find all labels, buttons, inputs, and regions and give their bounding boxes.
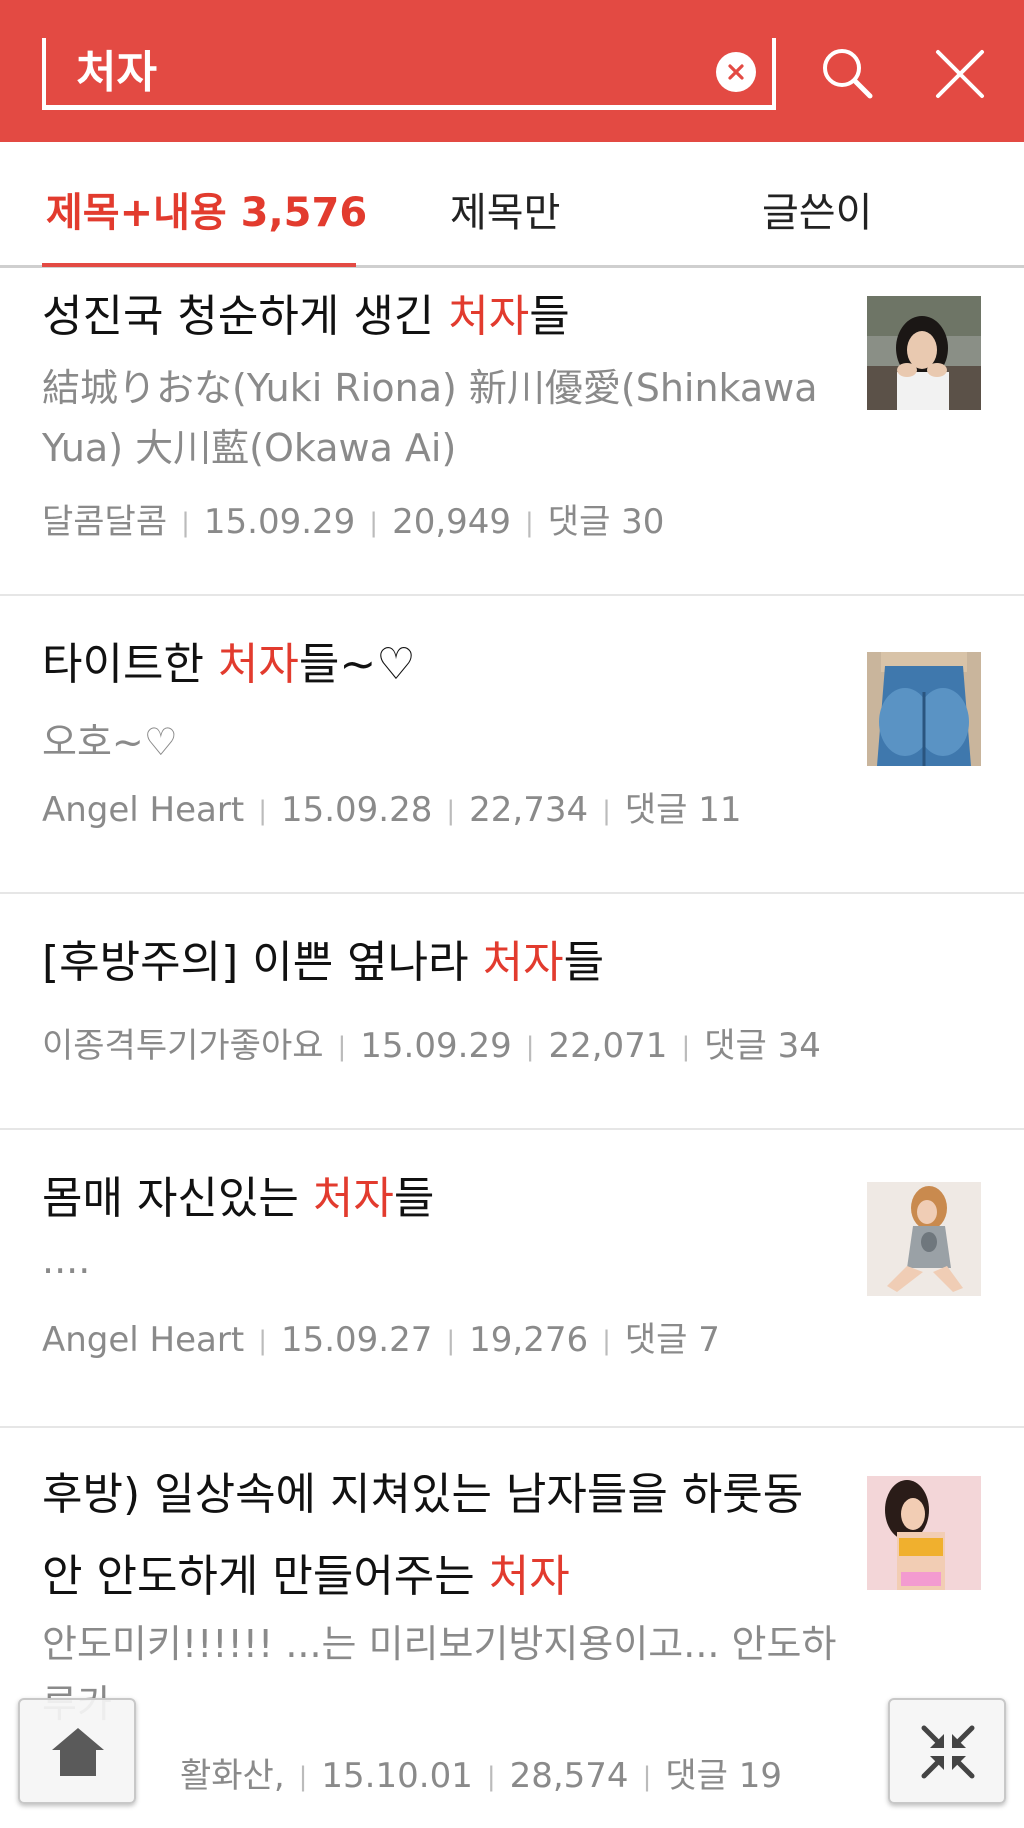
tab-title-only[interactable]: 제목만 — [450, 180, 560, 238]
model-photo-image — [867, 1182, 981, 1296]
post-date: 15.09.29 — [203, 502, 356, 542]
list-item[interactable]: 몸매 자신있는 처자들 .... Angel Heart | 15.09.27 | 19… — [0, 1130, 1024, 1428]
result-title[interactable]: 성진국 청순하게 생긴 처자들 — [42, 278, 570, 356]
search-button[interactable] — [818, 44, 878, 104]
author-name: 활화산, — [180, 1756, 285, 1796]
result-meta: Angel Heart | 15.09.28 | 22,734 | 댓글 11 — [42, 790, 742, 830]
search-input[interactable] — [76, 38, 676, 98]
result-snippet: 안도미키!!!!!! ...는 미리보기방지용이고... 안도하루카 — [42, 1622, 837, 1726]
view-count: 22,734 — [469, 790, 589, 830]
tab-author[interactable]: 글쓴이 — [762, 180, 872, 238]
post-date: 15.09.27 — [280, 1320, 433, 1360]
result-title[interactable]: 타이트한 처자들~♡ — [42, 626, 416, 704]
author-name: 이종격투기가좋아요 — [42, 1026, 324, 1066]
result-title[interactable]: 후방) 일상속에 지쳐있는 남자들을 하룻동안 안도하게 만들어주는 처자 — [42, 1454, 842, 1618]
home-icon — [52, 1728, 104, 1776]
close-icon — [936, 50, 984, 98]
comment-count: 댓글 30 — [547, 502, 665, 542]
home-button[interactable] — [18, 1698, 136, 1804]
result-thumbnail — [867, 652, 981, 766]
close-search-button[interactable] — [930, 44, 990, 104]
result-thumbnail — [867, 1476, 981, 1590]
search-box — [42, 38, 776, 110]
result-title[interactable]: [후방주의] 이쁜 옆나라 처자들 — [42, 924, 604, 1002]
result-title[interactable]: 몸매 자신있는 처자들 — [42, 1160, 434, 1238]
view-count: 19,276 — [469, 1320, 589, 1360]
bikini-photo-image — [867, 1476, 981, 1590]
jeans-photo-image — [867, 652, 981, 766]
portrait-photo-image — [867, 296, 981, 410]
result-meta: 달콤달콤 | 15.09.29 | 20,949 | 댓글 30 — [42, 502, 665, 542]
comment-count: 댓글 11 — [624, 790, 742, 830]
shrink-view-button[interactable] — [888, 1698, 1006, 1804]
view-count: 20,949 — [392, 502, 512, 542]
post-date: 15.10.01 — [321, 1756, 473, 1796]
post-date: 15.09.28 — [280, 790, 433, 830]
author-name: Angel Heart — [42, 790, 245, 830]
comment-count: 댓글 7 — [624, 1320, 720, 1360]
author-name: Angel Heart — [42, 1320, 245, 1360]
collapse-arrows-icon — [921, 1725, 975, 1779]
view-count: 28,574 — [509, 1756, 629, 1796]
search-icon — [823, 49, 873, 99]
comment-count: 댓글 19 — [665, 1756, 782, 1796]
result-meta: 이종격투기가좋아요 | 15.09.29 | 22,071 | 댓글 34 — [42, 1026, 821, 1066]
clear-search-button[interactable] — [716, 52, 756, 92]
view-count: 22,071 — [548, 1026, 668, 1066]
result-thumbnail — [867, 1182, 981, 1296]
comment-count: 댓글 34 — [704, 1026, 821, 1066]
result-snippet: 結城りおな(Yuki Riona) 新川優愛(Shinkawa Yua) 大川藍… — [42, 366, 818, 470]
author-name: 달콤달콤 — [42, 502, 168, 542]
list-item[interactable]: [후방주의] 이쁜 옆나라 처자들 이종격투기가좋아요 | 15.09.29 | 22,… — [0, 894, 1024, 1130]
search-header — [0, 0, 1024, 142]
list-item[interactable]: 성진국 청순하게 생긴 처자들 結城りおな(Yuki Riona) 新川優愛(S… — [0, 266, 1024, 596]
result-meta: Angel Heart | 15.09.27 | 19,276 | 댓글 7 — [42, 1320, 720, 1360]
search-scope-tabs: 제목+내용 3,576 제목만 글쓴이 — [0, 142, 1024, 268]
list-item[interactable]: 후방) 일상속에 지쳐있는 남자들을 하룻동안 안도하게 만들어주는 처자 안도… — [0, 1428, 1024, 1828]
result-snippet: 오호~♡ — [42, 720, 178, 764]
post-date: 15.09.29 — [360, 1026, 512, 1066]
result-snippet: .... — [42, 1238, 91, 1282]
list-item[interactable]: 타이트한 처자들~♡ 오호~♡ Angel Heart | 15.09.28 | 22,… — [0, 596, 1024, 894]
result-thumbnail — [867, 296, 981, 410]
result-meta: 활화산, | 15.10.01 | 28,574 | 댓글 19 — [180, 1756, 782, 1796]
clear-x-icon — [728, 64, 744, 80]
tab-title-content[interactable]: 제목+내용 3,576 — [46, 180, 367, 238]
